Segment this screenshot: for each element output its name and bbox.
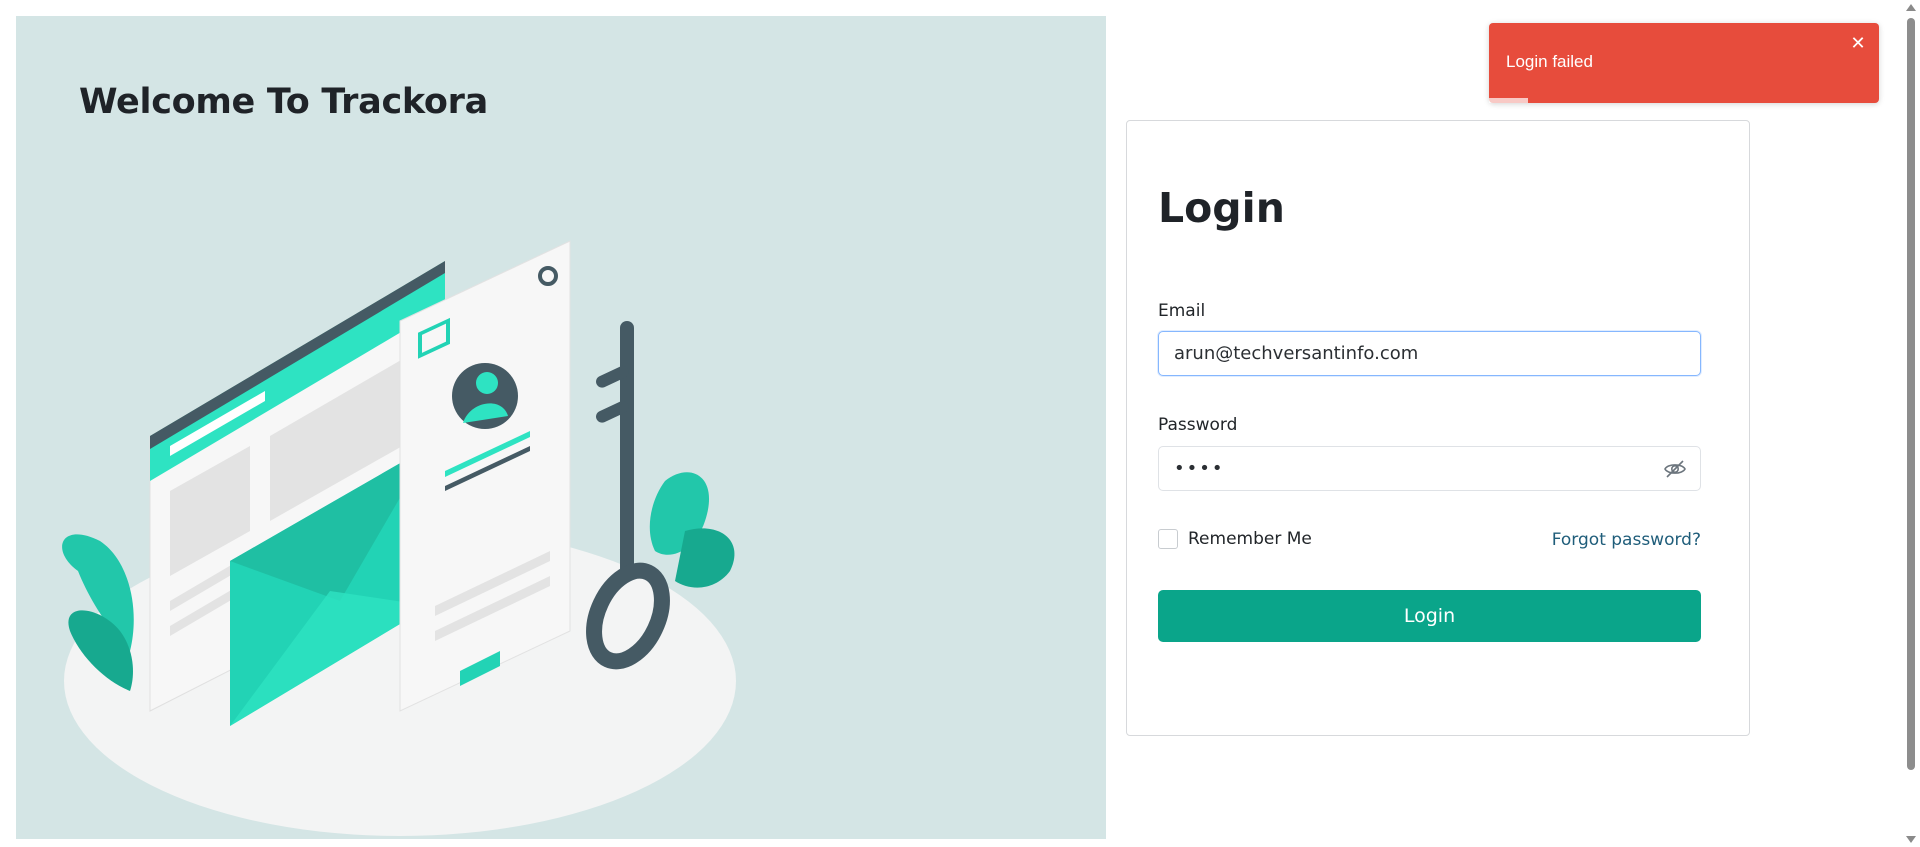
scroll-thumb[interactable] [1907, 18, 1915, 770]
eye-slash-icon[interactable] [1663, 457, 1687, 481]
remember-me-checkbox[interactable]: Remember Me [1158, 529, 1312, 549]
hero-title: Welcome To Trackora [79, 82, 488, 122]
scroll-up-icon[interactable] [1906, 4, 1916, 11]
toast-message: Login failed [1506, 52, 1593, 71]
email-field[interactable] [1158, 331, 1701, 376]
email-label: Email [1158, 301, 1206, 321]
password-field[interactable] [1158, 446, 1701, 491]
scroll-down-icon[interactable] [1906, 836, 1916, 843]
login-button[interactable]: Login [1158, 590, 1701, 642]
forgot-password-link[interactable]: Forgot password? [1552, 530, 1701, 550]
vertical-scrollbar[interactable] [1902, 0, 1920, 847]
login-card: Login Email Password Remember Me Forgot … [1126, 120, 1750, 736]
login-title: Login [1158, 184, 1285, 232]
remember-me-label: Remember Me [1188, 529, 1312, 549]
remember-me-box[interactable] [1158, 529, 1178, 549]
hero-panel: Welcome To Trackora [16, 16, 1106, 839]
error-toast: Login failed ✕ [1489, 23, 1879, 103]
password-label: Password [1158, 415, 1238, 435]
login-security-illustration [62, 240, 736, 836]
toast-progress-bar [1489, 98, 1528, 103]
close-icon[interactable]: ✕ [1847, 33, 1869, 55]
